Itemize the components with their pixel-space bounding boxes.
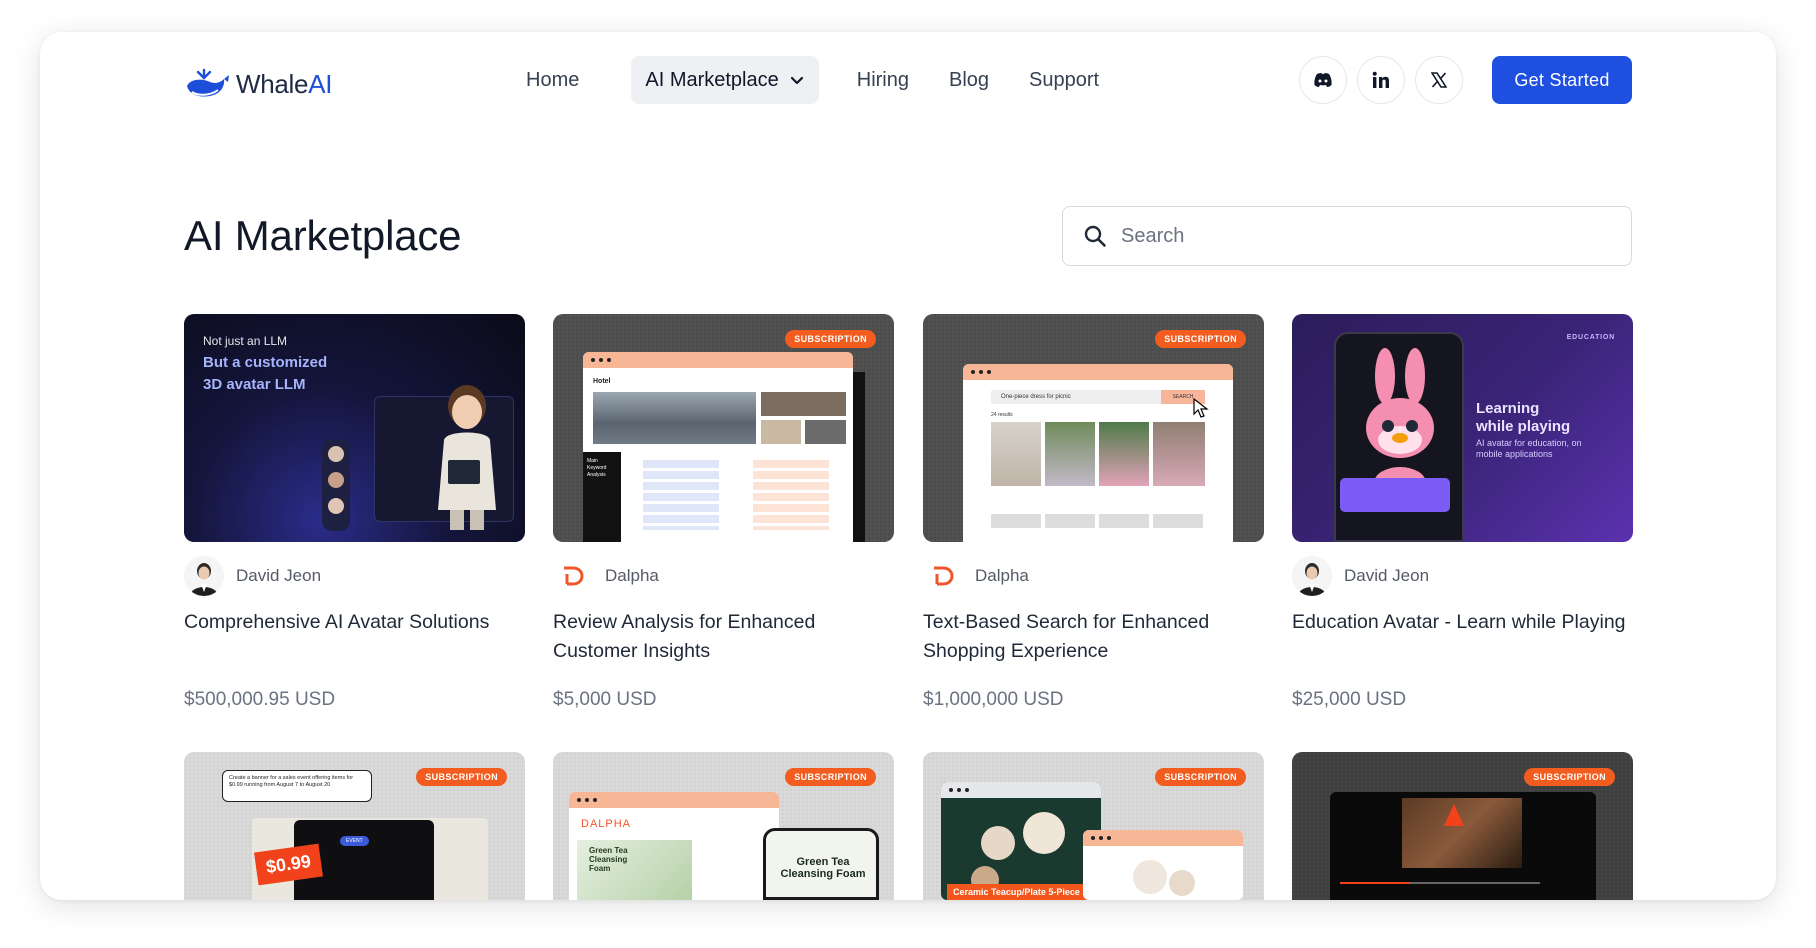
thumb-headline-2: while playing [1476, 418, 1571, 435]
product-thumbnail[interactable]: SUBSCRIPTION Create a banner for a sales… [184, 752, 525, 900]
product-thumbnail[interactable]: Not just an LLM But a customized 3D avat… [184, 314, 525, 542]
subscription-badge: SUBSCRIPTION [1524, 768, 1615, 786]
product-card[interactable]: Not just an LLM But a customized 3D avat… [184, 314, 525, 711]
product-price: $25,000 USD [1292, 689, 1407, 710]
product-thumbnail[interactable]: SUBSCRIPTION DALPHA Green Tea Cleansing … [553, 752, 894, 900]
discord-button[interactable] [1299, 56, 1347, 104]
subscription-badge: SUBSCRIPTION [1155, 768, 1246, 786]
mock-product-name: Green Tea Cleansing Foam [589, 846, 628, 873]
top-nav: WhaleAI Home AI Marketplace Hiring Blog … [40, 56, 1776, 112]
nav-home[interactable]: Home [526, 56, 593, 104]
avatar-3d-figure [438, 385, 496, 530]
mock-prompt-bubble: Create a banner for a sales event offeri… [222, 770, 372, 802]
thumb-headline: Learning [1476, 400, 1540, 417]
product-card[interactable]: SUBSCRIPTION DALPHA Green Tea Cleansing … [553, 752, 894, 900]
product-title[interactable]: Education Avatar - Learn while Playing [1292, 608, 1633, 666]
mock-window: One-piece dress for picnic SEARCH 24 res… [963, 364, 1233, 542]
thumb-tagline: Not just an LLM [203, 334, 288, 348]
bunny-avatar [1366, 348, 1434, 498]
thumb-subtext: AI avatar for education, on mobile appli… [1476, 438, 1582, 459]
chevron-down-icon [789, 72, 805, 88]
avatar [1292, 556, 1332, 596]
product-card[interactable]: EDUCATION Learning while playing AI avat… [1292, 314, 1633, 711]
nav-ai-marketplace-label: AI Marketplace [645, 68, 779, 91]
thumb-headline-2: 3D avatar LLM [203, 376, 306, 393]
social-links [1299, 56, 1463, 104]
author-name: Dalpha [605, 566, 659, 585]
product-thumbnail[interactable]: SUBSCRIPTION Hotel Main Keyword Analysis [553, 314, 894, 542]
nav-support[interactable]: Support [1015, 56, 1113, 104]
product-title[interactable]: Review Analysis for Enhanced Customer In… [553, 608, 894, 666]
whale-icon [187, 68, 229, 97]
product-card[interactable]: SUBSCRIPTION [1292, 752, 1633, 900]
product-thumbnail[interactable]: SUBSCRIPTION [1292, 752, 1633, 900]
mock-side-label: Main Keyword Analysis [587, 458, 607, 478]
x-icon [1431, 72, 1447, 88]
product-price: $1,000,000 USD [923, 689, 1064, 710]
get-started-button[interactable]: Get Started [1492, 56, 1632, 104]
product-author[interactable]: David Jeon [184, 556, 525, 596]
main-menu: Home AI Marketplace Hiring Blog Support [526, 56, 1125, 104]
product-card[interactable]: SUBSCRIPTION One-piece dress for picnic … [923, 314, 1264, 711]
product-card[interactable]: SUBSCRIPTION Ceramic Teacup/Plate 5-Piec… [923, 752, 1264, 900]
party-hat-icon [1444, 804, 1464, 826]
mock-tab: Hotel [593, 378, 611, 385]
product-card[interactable]: SUBSCRIPTION Create a banner for a sales… [184, 752, 525, 900]
product-thumbnail[interactable]: SUBSCRIPTION Ceramic Teacup/Plate 5-Piec… [923, 752, 1264, 900]
mock-dalpha-logo: DALPHA [581, 818, 632, 830]
subscription-badge: SUBSCRIPTION [785, 330, 876, 348]
dalpha-logo-icon [923, 556, 963, 596]
mock-product-name-2: Green Tea Cleansing Foam [780, 856, 866, 880]
product-price: $5,000 USD [553, 689, 657, 710]
mock-window [941, 782, 1101, 900]
page-title: AI Marketplace [184, 212, 462, 259]
x-button[interactable] [1415, 56, 1463, 104]
nav-blog[interactable]: Blog [935, 56, 1003, 104]
product-card[interactable]: SUBSCRIPTION Hotel Main Keyword Analysis… [553, 314, 894, 711]
product-author[interactable]: Dalpha [553, 556, 894, 596]
subscription-badge: SUBSCRIPTION [785, 768, 876, 786]
mock-caption: Ceramic Teacup/Plate 5-Piece S [947, 884, 1095, 900]
mock-results-count: 24 results [991, 412, 1013, 418]
product-author[interactable]: David Jeon [1292, 556, 1633, 596]
mock-window: DALPHA Green Tea Cleansing Foam [569, 792, 779, 900]
linkedin-icon [1372, 71, 1389, 88]
thumb-tag: EDUCATION [1566, 334, 1615, 341]
brand-name: Whale [236, 68, 309, 99]
discord-icon [1314, 73, 1332, 87]
subscription-badge: SUBSCRIPTION [1155, 330, 1246, 348]
search-input[interactable] [1121, 224, 1601, 248]
brand-name-ai: AI [308, 68, 333, 99]
nav-hiring[interactable]: Hiring [843, 56, 923, 104]
search-box[interactable] [1062, 206, 1632, 266]
author-name: David Jeon [236, 566, 322, 585]
avatar [184, 556, 224, 596]
author-name: Dalpha [975, 566, 1029, 585]
thumb-headline: But a customized [203, 354, 328, 371]
author-name: David Jeon [1344, 566, 1430, 585]
mock-window: Hotel Main Keyword Analysis [583, 352, 853, 542]
dalpha-logo-icon [553, 556, 593, 596]
cursor-icon [1193, 398, 1209, 418]
product-title[interactable]: Comprehensive AI Avatar Solutions [184, 608, 525, 666]
mock-window-2 [1083, 830, 1243, 900]
whaleai-logo[interactable]: WhaleAI [184, 62, 332, 106]
product-author[interactable]: Dalpha [923, 556, 1264, 596]
subscription-badge: SUBSCRIPTION [416, 768, 507, 786]
product-thumbnail[interactable]: SUBSCRIPTION One-piece dress for picnic … [923, 314, 1264, 542]
mock-event-tag: EVENT [340, 836, 369, 846]
product-title[interactable]: Text-Based Search for Enhanced Shopping … [923, 608, 1264, 666]
app-frame: WhaleAI Home AI Marketplace Hiring Blog … [40, 32, 1776, 900]
nav-ai-marketplace[interactable]: AI Marketplace [631, 56, 819, 104]
linkedin-button[interactable] [1357, 56, 1405, 104]
search-icon [1084, 225, 1106, 247]
product-thumbnail[interactable]: EDUCATION Learning while playing AI avat… [1292, 314, 1633, 542]
product-price: $500,000.95 USD [184, 689, 336, 710]
